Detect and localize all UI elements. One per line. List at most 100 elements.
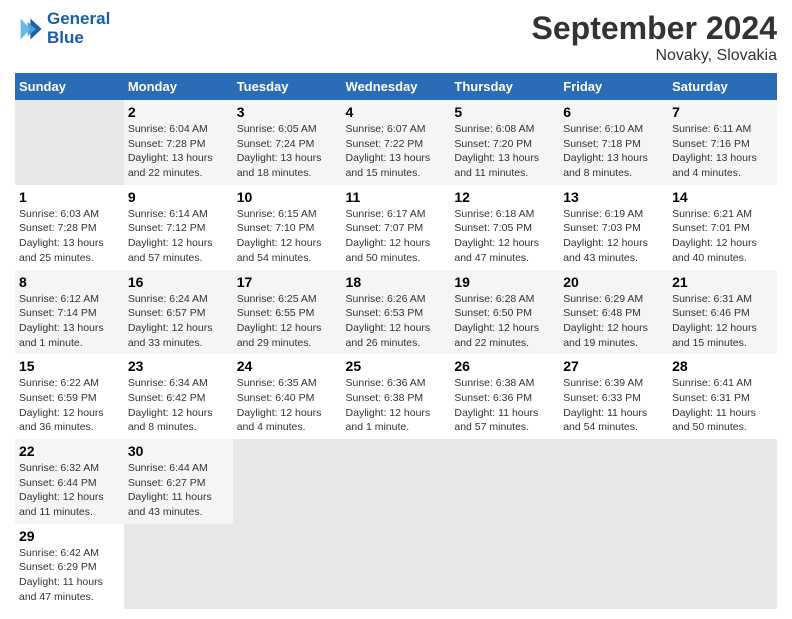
calendar-week-row: 8 Sunrise: 6:12 AMSunset: 7:14 PMDaylight… bbox=[15, 270, 777, 355]
day-info: Sunrise: 6:32 AMSunset: 6:44 PMDaylight:… bbox=[19, 461, 120, 520]
day-info: Sunrise: 6:15 AMSunset: 7:10 PMDaylight:… bbox=[237, 207, 338, 266]
day-info: Sunrise: 6:42 AMSunset: 6:29 PMDaylight:… bbox=[19, 546, 120, 605]
day-number: 8 bbox=[19, 274, 120, 290]
table-row bbox=[450, 524, 559, 609]
table-row: 19Sunrise: 6:28 AMSunset: 6:50 PMDayligh… bbox=[450, 270, 559, 355]
day-number: 13 bbox=[563, 189, 664, 205]
table-row bbox=[233, 524, 342, 609]
day-number: 30 bbox=[128, 443, 229, 459]
logo-text: General Blue bbox=[47, 10, 110, 47]
header-saturday: Saturday bbox=[668, 73, 777, 100]
day-info: Sunrise: 6:44 AMSunset: 6:27 PMDaylight:… bbox=[128, 461, 229, 520]
day-number: 12 bbox=[454, 189, 555, 205]
table-row bbox=[559, 524, 668, 609]
table-row: 17Sunrise: 6:25 AMSunset: 6:55 PMDayligh… bbox=[233, 270, 342, 355]
day-number: 9 bbox=[128, 189, 229, 205]
table-row: 25 Sunrise: 6:36 AMSunset: 6:38 PMDayligh… bbox=[342, 354, 451, 439]
header-wednesday: Wednesday bbox=[342, 73, 451, 100]
day-info: Sunrise: 6:05 AMSunset: 7:24 PMDaylight:… bbox=[237, 122, 338, 181]
table-row: 11 Sunrise: 6:17 AMSunset: 7:07 PMDayligh… bbox=[342, 185, 451, 270]
table-row: 2Sunrise: 6:04 AMSunset: 7:28 PMDaylight… bbox=[124, 100, 233, 185]
day-number: 18 bbox=[346, 274, 447, 290]
table-row: 26Sunrise: 6:38 AMSunset: 6:36 PMDayligh… bbox=[450, 354, 559, 439]
table-row: 18 Sunrise: 6:26 AMSunset: 6:53 PMDayligh… bbox=[342, 270, 451, 355]
header: General Blue September 2024 Novaky, Slov… bbox=[15, 10, 777, 65]
month-title: September 2024 bbox=[532, 10, 777, 47]
page-container: General Blue September 2024 Novaky, Slov… bbox=[0, 0, 792, 619]
day-number: 5 bbox=[454, 104, 555, 120]
table-row: 27 Sunrise: 6:39 AMSunset: 6:33 PMDayligh… bbox=[559, 354, 668, 439]
table-row: 9 Sunrise: 6:14 AMSunset: 7:12 PMDaylight… bbox=[124, 185, 233, 270]
day-number: 24 bbox=[237, 358, 338, 374]
day-info: Sunrise: 6:41 AMSunset: 6:31 PMDaylight:… bbox=[672, 376, 773, 435]
day-info: Sunrise: 6:19 AMSunset: 7:03 PMDaylight:… bbox=[563, 207, 664, 266]
table-row: 13 Sunrise: 6:19 AMSunset: 7:03 PMDayligh… bbox=[559, 185, 668, 270]
day-number: 28 bbox=[672, 358, 773, 374]
day-number: 3 bbox=[237, 104, 338, 120]
day-info: Sunrise: 6:39 AMSunset: 6:33 PMDaylight:… bbox=[563, 376, 664, 435]
day-info: Sunrise: 6:12 AMSunset: 7:14 PMDaylight:… bbox=[19, 292, 120, 351]
table-row: 30 Sunrise: 6:44 AMSunset: 6:27 PMDayligh… bbox=[124, 439, 233, 524]
table-row: 12 Sunrise: 6:18 AMSunset: 7:05 PMDayligh… bbox=[450, 185, 559, 270]
calendar-table: Sunday Monday Tuesday Wednesday Thursday… bbox=[15, 73, 777, 609]
table-row: 4 Sunrise: 6:07 AMSunset: 7:22 PMDaylight… bbox=[342, 100, 451, 185]
day-info: Sunrise: 6:24 AMSunset: 6:57 PMDaylight:… bbox=[128, 292, 229, 351]
header-thursday: Thursday bbox=[450, 73, 559, 100]
table-row bbox=[233, 439, 342, 524]
table-row bbox=[342, 524, 451, 609]
table-row: 21Sunrise: 6:31 AMSunset: 6:46 PMDayligh… bbox=[668, 270, 777, 355]
table-row bbox=[450, 439, 559, 524]
day-info: Sunrise: 6:07 AMSunset: 7:22 PMDaylight:… bbox=[346, 122, 447, 181]
day-info: Sunrise: 6:08 AMSunset: 7:20 PMDaylight:… bbox=[454, 122, 555, 181]
day-info: Sunrise: 6:21 AMSunset: 7:01 PMDaylight:… bbox=[672, 207, 773, 266]
day-info: Sunrise: 6:04 AMSunset: 7:28 PMDaylight:… bbox=[128, 122, 229, 181]
table-row bbox=[15, 100, 124, 185]
day-info: Sunrise: 6:26 AMSunset: 6:53 PMDaylight:… bbox=[346, 292, 447, 351]
header-monday: Monday bbox=[124, 73, 233, 100]
table-row: 29 Sunrise: 6:42 AMSunset: 6:29 PMDayligh… bbox=[15, 524, 124, 609]
calendar-week-row: 1Sunrise: 6:03 AMSunset: 7:28 PMDaylight… bbox=[15, 185, 777, 270]
table-row: 3 Sunrise: 6:05 AMSunset: 7:24 PMDaylight… bbox=[233, 100, 342, 185]
table-row: 22 Sunrise: 6:32 AMSunset: 6:44 PMDayligh… bbox=[15, 439, 124, 524]
day-info: Sunrise: 6:10 AMSunset: 7:18 PMDaylight:… bbox=[563, 122, 664, 181]
calendar-week-row: 22 Sunrise: 6:32 AMSunset: 6:44 PMDayligh… bbox=[15, 439, 777, 524]
day-info: Sunrise: 6:25 AMSunset: 6:55 PMDaylight:… bbox=[237, 292, 338, 351]
table-row: 14Sunrise: 6:21 AMSunset: 7:01 PMDayligh… bbox=[668, 185, 777, 270]
day-info: Sunrise: 6:28 AMSunset: 6:50 PMDaylight:… bbox=[454, 292, 555, 351]
table-row bbox=[124, 524, 233, 609]
table-row: 28 Sunrise: 6:41 AMSunset: 6:31 PMDayligh… bbox=[668, 354, 777, 439]
day-number: 7 bbox=[672, 104, 773, 120]
calendar-week-row: 29 Sunrise: 6:42 AMSunset: 6:29 PMDayligh… bbox=[15, 524, 777, 609]
day-info: Sunrise: 6:36 AMSunset: 6:38 PMDaylight:… bbox=[346, 376, 447, 435]
day-number: 6 bbox=[563, 104, 664, 120]
day-number: 23 bbox=[128, 358, 229, 374]
table-row: 8 Sunrise: 6:12 AMSunset: 7:14 PMDaylight… bbox=[15, 270, 124, 355]
day-number: 16 bbox=[128, 274, 229, 290]
table-row: 10Sunrise: 6:15 AMSunset: 7:10 PMDayligh… bbox=[233, 185, 342, 270]
day-number: 27 bbox=[563, 358, 664, 374]
table-row: 16 Sunrise: 6:24 AMSunset: 6:57 PMDayligh… bbox=[124, 270, 233, 355]
calendar-week-row: 2Sunrise: 6:04 AMSunset: 7:28 PMDaylight… bbox=[15, 100, 777, 185]
day-number: 26 bbox=[454, 358, 555, 374]
header-sunday: Sunday bbox=[15, 73, 124, 100]
day-number: 22 bbox=[19, 443, 120, 459]
day-number: 15 bbox=[19, 358, 120, 374]
table-row bbox=[668, 439, 777, 524]
day-number: 21 bbox=[672, 274, 773, 290]
day-number: 4 bbox=[346, 104, 447, 120]
calendar-week-row: 15 Sunrise: 6:22 AMSunset: 6:59 PMDayligh… bbox=[15, 354, 777, 439]
day-info: Sunrise: 6:18 AMSunset: 7:05 PMDaylight:… bbox=[454, 207, 555, 266]
day-number: 29 bbox=[19, 528, 120, 544]
day-number: 11 bbox=[346, 189, 447, 205]
day-info: Sunrise: 6:14 AMSunset: 7:12 PMDaylight:… bbox=[128, 207, 229, 266]
table-row: 23Sunrise: 6:34 AMSunset: 6:42 PMDayligh… bbox=[124, 354, 233, 439]
table-row: 5 Sunrise: 6:08 AMSunset: 7:20 PMDaylight… bbox=[450, 100, 559, 185]
table-row: 15 Sunrise: 6:22 AMSunset: 6:59 PMDayligh… bbox=[15, 354, 124, 439]
logo-icon bbox=[15, 15, 43, 43]
day-info: Sunrise: 6:17 AMSunset: 7:07 PMDaylight:… bbox=[346, 207, 447, 266]
day-number: 25 bbox=[346, 358, 447, 374]
day-number: 20 bbox=[563, 274, 664, 290]
table-row: 1Sunrise: 6:03 AMSunset: 7:28 PMDaylight… bbox=[15, 185, 124, 270]
day-number: 1 bbox=[19, 189, 120, 205]
day-info: Sunrise: 6:22 AMSunset: 6:59 PMDaylight:… bbox=[19, 376, 120, 435]
